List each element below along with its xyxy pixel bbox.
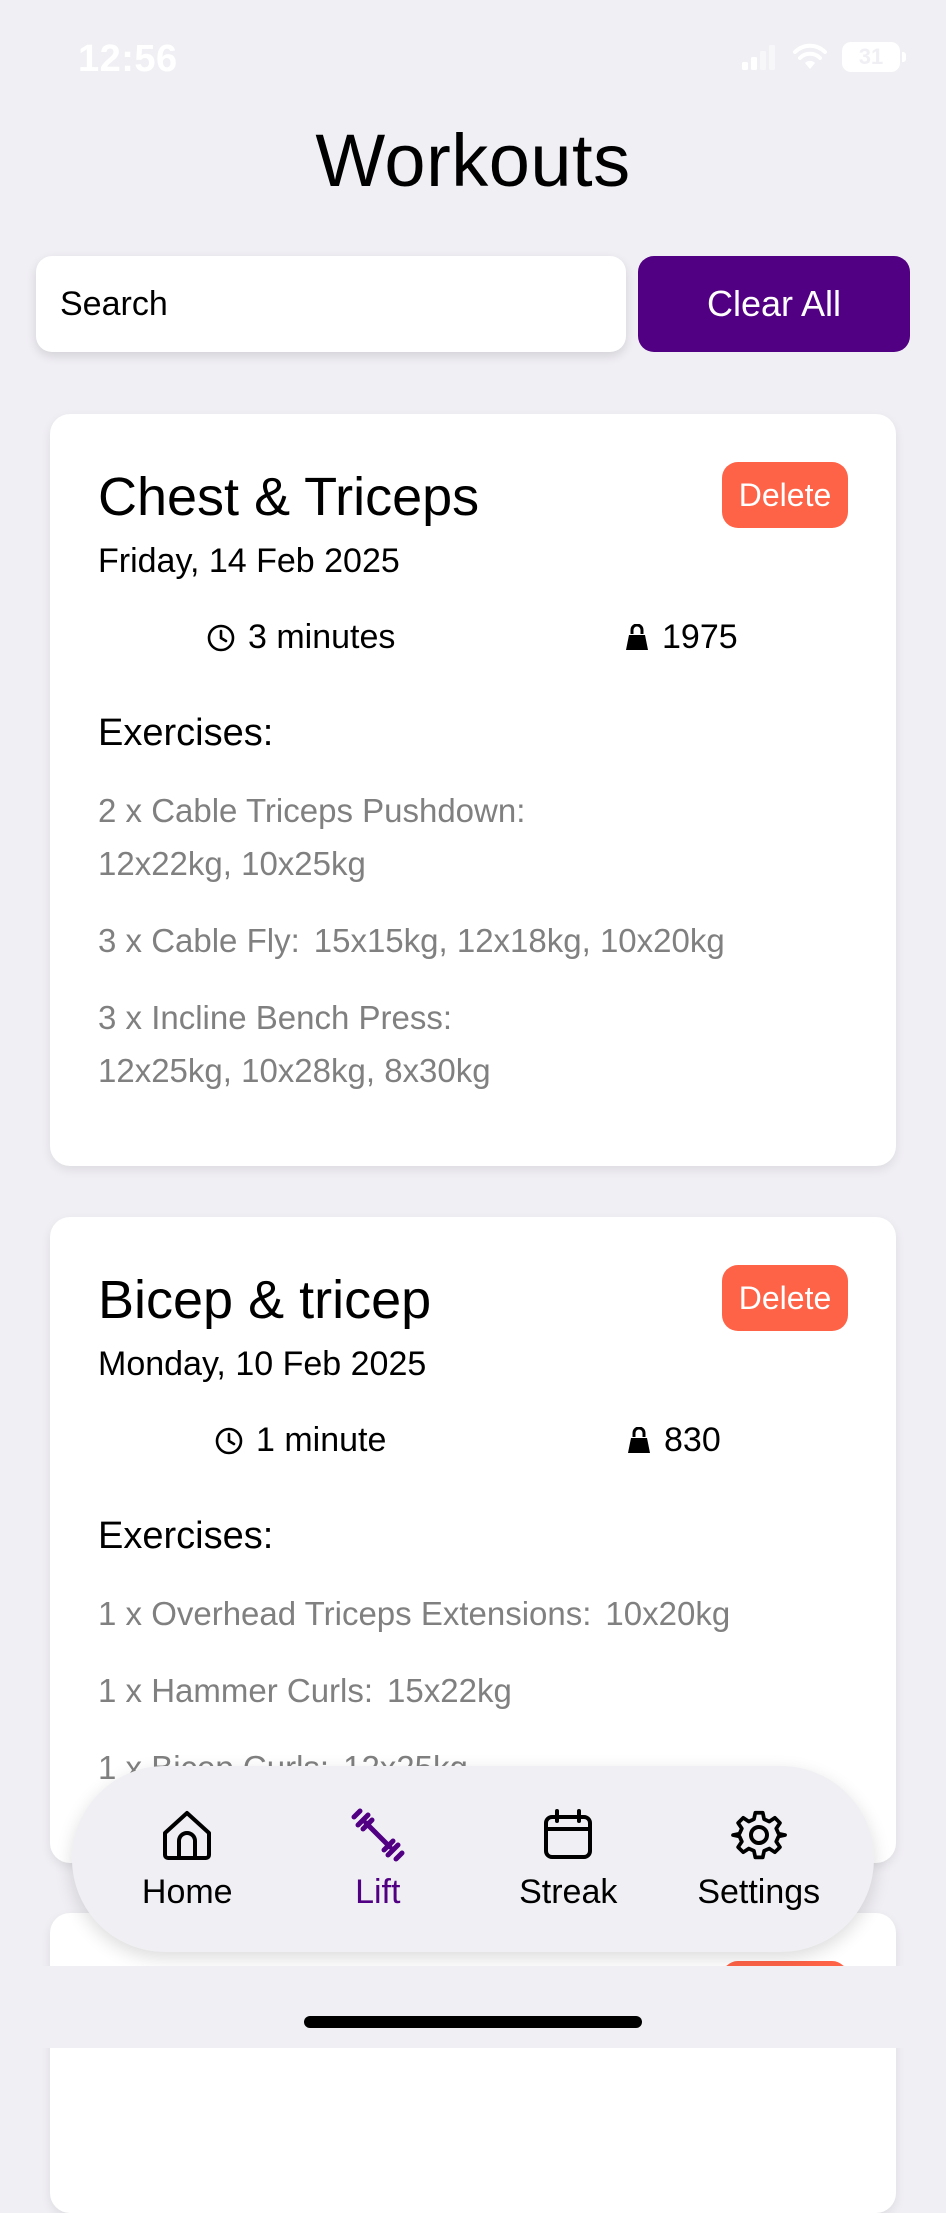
- kettlebell-icon: [626, 623, 648, 650]
- exercise-item: 1 x Hammer Curls: 15x22kg: [98, 1664, 838, 1717]
- exercise-sets: 12x22kg, 10x25kg: [98, 845, 366, 882]
- tab-label: Home: [141, 1872, 233, 1911]
- exercise-name: 1 x Overhead Triceps Extensions:: [98, 1595, 592, 1632]
- tab-home[interactable]: Home: [97, 1784, 277, 1934]
- status-bar: 12:56 31: [0, 0, 946, 120]
- exercise-sets: 10x20kg: [605, 1595, 731, 1632]
- exercise-sets: 12x25kg, 10x28kg, 8x30kg: [98, 1052, 491, 1089]
- exercise-name: 2 x Cable Triceps Pushdown:: [98, 792, 526, 829]
- duration-value: 1 minute: [256, 1421, 387, 1459]
- tab-lift[interactable]: Lift: [288, 1784, 468, 1934]
- workout-date: Monday, 10 Feb 2025: [98, 1345, 427, 1383]
- workout-title: Chest & Triceps: [98, 467, 480, 527]
- duration-stat: 3 minutes: [206, 618, 395, 657]
- workout-card-partial[interactable]: [50, 1913, 896, 2213]
- exercises-heading: Exercises:: [98, 1515, 274, 1557]
- battery-level: 31: [858, 44, 884, 69]
- weight-value: 1975: [662, 618, 738, 656]
- workout-card[interactable]: Chest & Triceps Friday, 14 Feb 2025 Dele…: [50, 414, 896, 1166]
- workout-date: Friday, 14 Feb 2025: [98, 542, 400, 580]
- tab-streak[interactable]: Streak: [478, 1784, 658, 1934]
- calendar-icon: [544, 1808, 593, 1859]
- exercise-item: 3 x Incline Bench Press: 12x25kg, 10x28k…: [98, 991, 838, 1097]
- clock-icon: [207, 624, 235, 651]
- exercise-sets: 15x15kg, 12x18kg, 10x20kg: [313, 922, 725, 959]
- exercise-name: 3 x Incline Bench Press:: [98, 999, 453, 1036]
- dumbbell-icon: [351, 1808, 405, 1861]
- weight-value: 830: [664, 1421, 721, 1459]
- exercise-item: 2 x Cable Triceps Pushdown: 12x22kg, 10x…: [98, 784, 838, 890]
- kettlebell-icon: [628, 1426, 650, 1453]
- exercise-name: 3 x Cable Fly:: [98, 922, 300, 959]
- exercise-name: 1 x Hammer Curls:: [98, 1672, 374, 1709]
- weight-stat: 830: [626, 1421, 721, 1460]
- delete-button[interactable]: Delete: [722, 462, 848, 528]
- clear-all-button[interactable]: Clear All: [638, 256, 910, 352]
- tab-label: Settings: [697, 1872, 821, 1911]
- workout-title: Bicep & tricep: [98, 1270, 432, 1330]
- tab-label: Streak: [519, 1872, 618, 1911]
- home-indicator[interactable]: [304, 2016, 642, 2028]
- battery-icon: 31: [842, 42, 906, 72]
- home-icon: [163, 1810, 212, 1860]
- exercise-list: 2 x Cable Triceps Pushdown: 12x22kg, 10x…: [98, 784, 838, 1121]
- bottom-safe-area: [0, 1966, 946, 2048]
- bottom-tab-bar: Home Lift Streak Settings: [72, 1766, 874, 1952]
- exercise-item: 1 x Overhead Triceps Extensions: 10x20kg: [98, 1587, 838, 1640]
- clock-icon: [215, 1427, 243, 1454]
- page-title: Workouts: [315, 119, 631, 202]
- status-icons: 31: [742, 42, 906, 72]
- duration-stat: 1 minute: [214, 1421, 386, 1460]
- exercise-item: 3 x Cable Fly: 15x15kg, 12x18kg, 10x20kg: [98, 914, 838, 967]
- status-time: 12:56: [78, 38, 178, 80]
- weight-stat: 1975: [624, 618, 738, 657]
- tab-settings[interactable]: Settings: [669, 1784, 849, 1934]
- cellular-signal-icon: [742, 45, 775, 70]
- tab-label: Lift: [355, 1872, 401, 1911]
- duration-value: 3 minutes: [248, 618, 396, 656]
- search-input[interactable]: [36, 256, 626, 352]
- exercises-heading: Exercises:: [98, 712, 274, 754]
- wifi-icon: [793, 43, 827, 69]
- delete-button[interactable]: Delete: [722, 1265, 848, 1331]
- gear-icon: [730, 1810, 787, 1859]
- exercise-sets: 15x22kg: [387, 1672, 512, 1709]
